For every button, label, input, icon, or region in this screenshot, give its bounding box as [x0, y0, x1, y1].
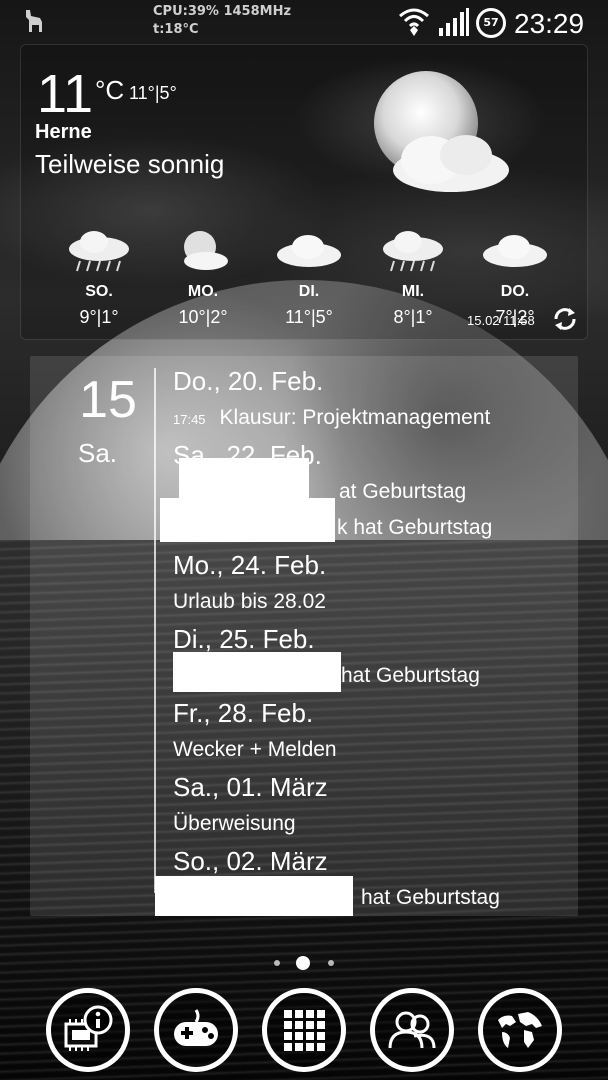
dock-system-info-button[interactable] — [46, 988, 130, 1072]
forecast-day: SO. 9°|1° — [59, 227, 139, 328]
signal-strength-icon — [439, 8, 469, 36]
wifi-icon — [399, 8, 429, 36]
agenda-event[interactable]: hat Geburtstag — [173, 652, 573, 694]
calendar-widget[interactable]: 15 Sa. Do., 20. Feb. 17:45 Klausur: Proje… — [30, 356, 578, 916]
battery-level-badge: 57 — [476, 8, 506, 38]
event-title: hat Geburtstag — [341, 664, 480, 687]
cpu-temperature-text: t:18°C — [153, 22, 199, 37]
dock-browser-button[interactable] — [478, 988, 562, 1072]
status-bar: CPU:39% 1458MHz t:18°C 57 23:29 — [0, 0, 608, 44]
refresh-icon[interactable] — [551, 305, 579, 333]
rain-cloud-icon — [383, 231, 443, 272]
forecast-temp-range: 9°|1° — [79, 307, 119, 327]
agenda-event[interactable]: Urlaub bis 28.02 — [173, 584, 573, 620]
cpu-usage-text: CPU:39% 1458MHz — [153, 4, 292, 19]
weather-condition: Teilweise sonnig — [35, 149, 225, 179]
agenda-event[interactable]: k hat Geburtstag — [160, 498, 573, 546]
browser-globe-icon — [498, 1012, 542, 1048]
status-clock: 23:29 — [514, 8, 585, 39]
agenda-date-header[interactable]: Do., 20. Feb. — [173, 362, 573, 400]
app-drawer-icon — [284, 1010, 325, 1051]
dock-games-button[interactable] — [154, 988, 238, 1072]
event-title: Urlaub bis 28.02 — [173, 590, 326, 613]
agenda-event[interactable]: 17:45 Klausur: Projektmanagement — [173, 400, 573, 436]
forecast-day: MO. 10°|2° — [163, 227, 243, 328]
agenda-date-header[interactable]: Fr., 28. Feb. — [173, 694, 573, 732]
event-time: 17:45 — [173, 412, 206, 427]
gamepad-icon — [174, 1009, 218, 1046]
dock — [0, 984, 608, 1080]
sun-behind-cloud-icon — [374, 71, 509, 192]
agenda-date-header[interactable]: Sa., 01. März — [173, 768, 573, 806]
agenda-date-header[interactable]: So., 02. März — [173, 842, 573, 880]
page-indicator — [270, 954, 340, 972]
calendar-divider — [154, 368, 156, 893]
today-weekday: Sa. — [78, 438, 118, 468]
forecast-day: MI. 8°|1° — [373, 227, 453, 328]
forecast-day: DI. 11°|5° — [269, 227, 349, 328]
system-info-icon — [64, 1005, 113, 1051]
today-high-low: 11°|5° — [129, 83, 177, 103]
rain-cloud-icon — [69, 231, 129, 272]
today-day-number: 15 — [79, 371, 137, 429]
agenda-date-header[interactable]: Mo., 24. Feb. — [173, 546, 573, 584]
last-updated-time: 15.02 11:58 — [467, 313, 535, 328]
dock-contacts-button[interactable] — [370, 988, 454, 1072]
city-name: Herne — [35, 121, 92, 143]
dock-app-drawer-button[interactable] — [262, 988, 346, 1072]
partly-sunny-icon — [184, 231, 228, 270]
agenda-event[interactable]: hat Geburtstag — [155, 876, 573, 916]
current-temperature: 11 — [37, 64, 94, 124]
event-title: hat Geburtstag — [361, 886, 500, 909]
event-title: at Geburtstag — [339, 480, 467, 503]
event-title: Klausur: Projektmanagement — [219, 406, 491, 429]
temperature-unit: °C — [95, 75, 125, 105]
page-dot[interactable] — [328, 960, 334, 966]
event-title: k hat Geburtstag — [337, 516, 493, 539]
agenda-event[interactable]: Wecker + Melden — [173, 732, 573, 768]
forecast-temp-range: 8°|1° — [393, 307, 433, 327]
forecast-day-name: SO. — [85, 283, 113, 300]
weather-widget[interactable]: 11 °C 11°|5° Herne Teilweise sonnig SO. … — [20, 44, 588, 340]
forecast-day-name: DO. — [500, 283, 530, 300]
cloud-icon — [483, 235, 547, 267]
agenda-list: Do., 20. Feb. 17:45 Klausur: Projektmanag… — [155, 362, 573, 916]
redaction-mark — [155, 876, 353, 916]
page-dot[interactable] — [274, 960, 280, 966]
redaction-mark — [160, 498, 335, 542]
forecast-day-name: MO. — [187, 283, 219, 300]
event-title: Wecker + Melden — [173, 738, 337, 761]
alpaca-notification-icon — [26, 10, 42, 32]
forecast-temp-range: 11°|5° — [285, 307, 333, 327]
cloud-icon — [277, 235, 341, 267]
event-title: Überweisung — [173, 812, 296, 835]
forecast-day-name: MI. — [401, 283, 425, 300]
redaction-mark — [173, 652, 341, 692]
forecast-day-name: DI. — [298, 283, 320, 300]
page-dot-active[interactable] — [296, 956, 310, 970]
forecast-temp-range: 10°|2° — [178, 307, 228, 327]
contacts-icon — [388, 1011, 436, 1049]
agenda-event[interactable]: Überweisung — [173, 806, 573, 842]
